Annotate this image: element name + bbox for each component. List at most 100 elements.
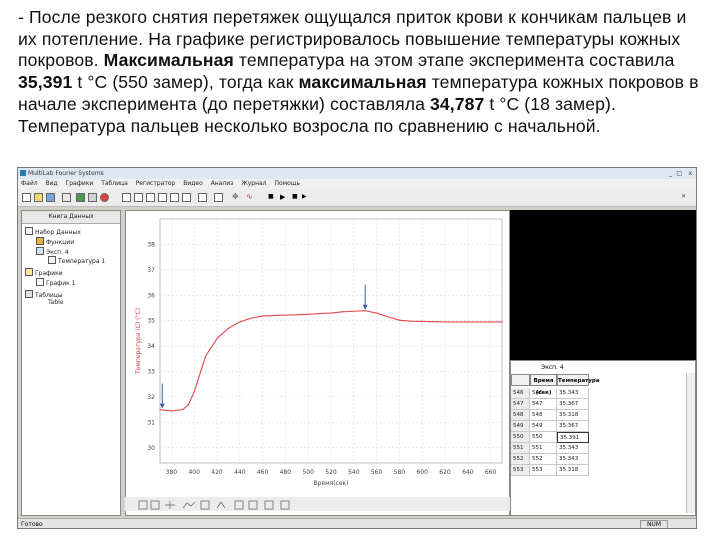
data-point bbox=[364, 310, 366, 312]
data-point bbox=[187, 403, 190, 406]
row-index: 553 bbox=[511, 465, 530, 476]
data-point bbox=[398, 319, 400, 321]
table-scrollbar[interactable] bbox=[686, 373, 695, 513]
data-point bbox=[262, 315, 264, 317]
meter-icon[interactable] bbox=[158, 193, 167, 202]
temperature-cell[interactable]: 35.391 bbox=[557, 432, 589, 443]
close-button[interactable]: x bbox=[688, 168, 692, 179]
time-cell[interactable]: 552 bbox=[530, 454, 557, 465]
time-cell[interactable]: 547 bbox=[530, 399, 557, 410]
tree-node-functions[interactable]: Функции bbox=[36, 237, 74, 247]
table-view-icon[interactable] bbox=[134, 193, 143, 202]
status-bar: Готово NUM bbox=[18, 518, 696, 528]
curve-icon[interactable] bbox=[182, 193, 191, 202]
paragraph-text-2: температура на этом этапе эксперимента с… bbox=[233, 50, 675, 71]
temperature-cell[interactable]: 35.318 bbox=[557, 410, 589, 421]
setup-icon[interactable] bbox=[88, 193, 97, 202]
trend-icon[interactable]: ∿ bbox=[246, 193, 255, 202]
col-header-temperature[interactable]: Температура bbox=[557, 374, 600, 386]
window-title: MultiLab Fourier Systems bbox=[28, 170, 104, 177]
tree-node-graphs[interactable]: Графики bbox=[25, 268, 63, 278]
paragraph-text-3: t °С (550 замер), тогда как bbox=[72, 72, 299, 93]
panel-close-icon[interactable]: ✕ bbox=[681, 193, 690, 202]
table-row[interactable]: 552 552 35.343 bbox=[511, 454, 695, 465]
menu-help[interactable]: Помощь bbox=[274, 180, 300, 187]
temperature-cell[interactable]: 35.318 bbox=[557, 465, 589, 476]
stop-icon[interactable]: ■ bbox=[268, 193, 277, 202]
tree-node-graph-1[interactable]: График 1 bbox=[36, 278, 76, 288]
open-folder-icon[interactable] bbox=[34, 193, 43, 202]
menu-file[interactable]: Файл bbox=[21, 180, 38, 187]
time-cell[interactable]: 549 bbox=[530, 421, 557, 432]
new-file-icon[interactable] bbox=[22, 193, 31, 202]
tree-node-temperature[interactable]: Температура 1 bbox=[48, 256, 105, 266]
video-panel bbox=[510, 210, 696, 360]
maximize-button[interactable]: □ bbox=[676, 168, 682, 179]
x-tick-label: 660 bbox=[485, 469, 497, 476]
logger-icon[interactable] bbox=[62, 193, 71, 202]
time-cell[interactable]: 551 bbox=[530, 443, 557, 454]
temperature-chart[interactable]: 30 31 32 33 34 35 36 37 38 380 400 420 440 460 480 500 5… bbox=[126, 211, 509, 497]
table-row[interactable]: 547 547 35.367 bbox=[511, 399, 695, 410]
time-cell[interactable]: 546 bbox=[530, 388, 557, 399]
temperature-cell[interactable]: 35.343 bbox=[557, 454, 589, 465]
x-tick-label: 460 bbox=[257, 469, 269, 476]
temperature-cell[interactable]: 35.343 bbox=[557, 443, 589, 454]
col-header-time[interactable]: Время (сек) bbox=[530, 374, 557, 396]
record-icon[interactable] bbox=[100, 193, 109, 202]
time-cell[interactable]: 553 bbox=[530, 465, 557, 476]
legend-icon[interactable] bbox=[198, 193, 207, 202]
sensor-icon bbox=[48, 256, 56, 264]
grid-icon[interactable] bbox=[170, 193, 179, 202]
data-table-panel[interactable]: Эксп. 4 Время (сек) Температура 546 546 35… bbox=[510, 360, 696, 516]
table-row[interactable]: 546 546 35.343 bbox=[511, 388, 695, 399]
pause-icon[interactable]: ■ bbox=[292, 193, 301, 202]
menu-bar: Файл Вид Графики Таблица Регистратор Вид… bbox=[18, 179, 696, 189]
x-tick-label: 580 bbox=[394, 469, 406, 476]
download-icon[interactable] bbox=[76, 193, 85, 202]
table-row[interactable]: 551 551 35.343 bbox=[511, 443, 695, 454]
menu-video[interactable]: Видео bbox=[183, 180, 203, 187]
menu-table[interactable]: Таблица bbox=[101, 180, 128, 187]
table-row[interactable]: 549 549 35.367 bbox=[511, 421, 695, 432]
graph-icon[interactable] bbox=[122, 193, 131, 202]
data-point bbox=[205, 355, 207, 357]
x-tick-label: 600 bbox=[416, 469, 428, 476]
save-icon[interactable] bbox=[46, 193, 55, 202]
chart-view-icon[interactable] bbox=[146, 193, 155, 202]
time-cell[interactable]: 550 bbox=[530, 432, 557, 443]
menu-logger[interactable]: Регистратор bbox=[136, 180, 176, 187]
data-point bbox=[410, 320, 412, 322]
play-icon[interactable]: ▶ bbox=[280, 193, 289, 202]
tree-node-table[interactable]: Table bbox=[48, 299, 64, 307]
data-point bbox=[433, 321, 435, 323]
table-row[interactable]: 548 548 35.318 bbox=[511, 410, 695, 421]
step-icon[interactable]: ▶ bbox=[302, 193, 311, 202]
menu-view[interactable]: Вид bbox=[46, 180, 58, 187]
menu-journal[interactable]: Журнал bbox=[241, 180, 266, 187]
y-tick-label: 37 bbox=[147, 267, 155, 274]
move-icon[interactable]: ✥ bbox=[232, 193, 241, 202]
table-row[interactable]: 553 553 35.318 bbox=[511, 465, 695, 476]
row-index: 549 bbox=[511, 421, 530, 432]
temperature-cell[interactable]: 35.367 bbox=[557, 399, 589, 410]
table-row[interactable]: 550 550 35.391 bbox=[511, 432, 695, 443]
data-point bbox=[273, 314, 275, 317]
menu-graphs[interactable]: Графики bbox=[66, 180, 94, 187]
data-point bbox=[159, 409, 161, 411]
time-cell[interactable]: 548 bbox=[530, 410, 557, 421]
temperature-cell[interactable]: 35.343 bbox=[557, 388, 589, 399]
temperature-cell[interactable]: 35.367 bbox=[557, 421, 589, 432]
graph-panel[interactable]: 30 31 32 33 34 35 36 37 38 380 400 420 440 460 480 500 5… bbox=[125, 210, 510, 516]
minimize-button[interactable]: _ bbox=[669, 168, 672, 179]
x-tick-label: 480 bbox=[280, 469, 292, 476]
graph-toolbar-icons bbox=[138, 500, 290, 510]
x-tick-label: 500 bbox=[302, 469, 314, 476]
slide-paragraph: - После резкого снятия перетяжек ощущалс… bbox=[18, 7, 708, 137]
tree-node-dataset[interactable]: Набор Данных bbox=[25, 227, 81, 237]
export-icon[interactable] bbox=[214, 193, 223, 202]
x-tick-label: 440 bbox=[234, 469, 246, 476]
bold-maximal-2: максимальная bbox=[298, 72, 427, 93]
y-tick-label: 36 bbox=[147, 292, 155, 299]
menu-analysis[interactable]: Анализ bbox=[211, 180, 234, 187]
